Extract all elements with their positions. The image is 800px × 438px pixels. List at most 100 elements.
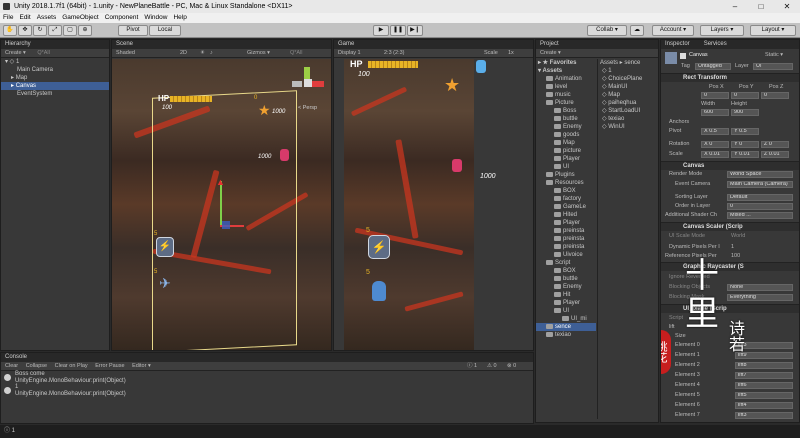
rect-tool-icon[interactable]: ▢ [63, 25, 77, 36]
tree-item[interactable]: preinsta [536, 243, 596, 251]
tree-item[interactable]: BOX [536, 267, 596, 275]
canvas-component-header[interactable]: Canvas [661, 161, 799, 170]
posx-field[interactable]: 0 [701, 92, 729, 99]
display-dropdown[interactable]: Display 1 [338, 50, 361, 56]
ui-plane-script-header[interactable]: UI_plane (Scrip [661, 304, 799, 313]
static-dropdown[interactable]: Static ▾ [765, 52, 783, 58]
tree-item[interactable]: factory [536, 195, 596, 203]
menu-edit[interactable]: Edit [19, 13, 30, 23]
favorites-item[interactable]: ▸ ★ Favorites [536, 59, 596, 67]
menu-gameobject[interactable]: GameObject [62, 13, 99, 23]
file-item[interactable]: ◇ ChoicePlane [598, 75, 659, 83]
console-clear-button[interactable]: Clear [5, 363, 18, 369]
menu-assets[interactable]: Assets [37, 13, 57, 23]
minimize-button[interactable]: – [722, 0, 748, 13]
inspector-tab[interactable]: Inspector [665, 41, 690, 47]
tree-item[interactable]: Script [536, 259, 596, 267]
scale-value[interactable]: 1x [508, 49, 514, 58]
reference-pixels-field[interactable]: 100 [731, 253, 740, 259]
blocking-objects-dropdown[interactable]: None [727, 284, 793, 291]
object-name-field[interactable]: Canvas [689, 52, 708, 58]
rect-transform-header[interactable]: Rect Transform [661, 73, 799, 82]
hierarchy-tab[interactable]: Hierarchy [1, 40, 109, 49]
hierarchy-search-input[interactable]: Q*All [37, 50, 50, 56]
aspect-dropdown[interactable]: 2:3 (2:3) [384, 49, 404, 58]
menu-file[interactable]: File [3, 13, 13, 23]
file-item[interactable]: ◇ WinUI [598, 123, 659, 131]
tag-dropdown[interactable]: Untagged [695, 63, 731, 70]
tree-item[interactable]: UI_mi [536, 315, 596, 323]
tree-item[interactable]: Player [536, 299, 596, 307]
play-button[interactable]: ▶ [373, 25, 389, 36]
height-field[interactable]: 900 [731, 109, 759, 116]
game-viewport[interactable]: HP 100 0 ★ 5 ⚡ 5 [344, 59, 474, 350]
scale-y-field[interactable]: Y 0.01 [731, 151, 759, 158]
file-item[interactable]: ◇ StartLoadUI [598, 107, 659, 115]
tree-item[interactable]: UI [536, 163, 596, 171]
project-tab[interactable]: Project [536, 40, 658, 49]
render-mode-dropdown[interactable]: World Space [727, 171, 793, 178]
file-item[interactable]: ◇ texiao [598, 115, 659, 123]
tree-item[interactable]: preinsta [536, 227, 596, 235]
rotate-tool-icon[interactable]: ↻ [33, 25, 47, 36]
element-1-field[interactable]: lift9 [735, 352, 793, 359]
console-log-entry[interactable]: 1 UnityEngine.MonoBehaviour:print(Object) [1, 384, 533, 397]
scale-z-field[interactable]: Z 0.01 [761, 151, 789, 158]
scale-tool-icon[interactable]: ⤢ [48, 25, 62, 36]
services-tab[interactable]: Services [704, 41, 727, 47]
close-button[interactable]: ✕ [774, 0, 800, 13]
menu-component[interactable]: Component [105, 13, 139, 23]
collab-dropdown[interactable]: Collab ▾ [587, 25, 627, 36]
gizmos-dropdown[interactable]: Gizmos ▾ [247, 49, 270, 58]
element-2-field[interactable]: lift8 [735, 362, 793, 369]
posy-field[interactable]: 0 [731, 92, 759, 99]
tree-item[interactable]: Boss [536, 107, 596, 115]
tree-item[interactable]: Resources [536, 179, 596, 187]
shading-mode-dropdown[interactable]: Shaded [116, 50, 135, 56]
hierarchy-scene-root[interactable]: ▾ ◇ 1 [1, 58, 109, 66]
event-camera-field[interactable]: Main Camera (Camera) [727, 181, 793, 188]
blocking-mask-dropdown[interactable]: Everything [727, 294, 793, 301]
element-5-field[interactable]: lift5 [735, 392, 793, 399]
console-error-pause-button[interactable]: Error Pause [95, 363, 124, 369]
tree-item[interactable]: Map [536, 139, 596, 147]
console-tab[interactable]: Console [1, 353, 533, 362]
tree-item[interactable]: level [536, 83, 596, 91]
rotation-x-field[interactable]: X 0 [701, 141, 729, 148]
element-3-field[interactable]: lift7 [735, 372, 793, 379]
warning-count[interactable]: ⚠ 0 [487, 362, 497, 370]
tree-item[interactable]: Uivoice [536, 251, 596, 259]
maximize-button[interactable]: □ [748, 0, 774, 13]
tree-item[interactable]: picture [536, 147, 596, 155]
tree-item[interactable]: texiao [536, 331, 596, 339]
file-item[interactable]: ◇ paiheqhua [598, 99, 659, 107]
order-in-layer-field[interactable]: 0 [727, 203, 793, 210]
pivot-y-field[interactable]: Y 0.5 [731, 128, 759, 135]
element-7-field[interactable]: lift3 [735, 412, 793, 419]
move-handle-arrow-icon[interactable]: ▲ [216, 177, 225, 187]
local-toggle[interactable]: Local [149, 25, 181, 36]
shader-channels-dropdown[interactable]: Mixed ... [727, 212, 793, 219]
hand-tool-icon[interactable]: ✋ [3, 25, 17, 36]
tree-item[interactable]: Animation [536, 75, 596, 83]
hierarchy-item-canvas[interactable]: ▸ Canvas [1, 82, 109, 90]
tree-item[interactable]: Hited [536, 211, 596, 219]
sorting-layer-dropdown[interactable]: Default [727, 194, 793, 201]
log-count-info[interactable]: ⓘ 1 [467, 362, 477, 370]
project-breadcrumb[interactable]: Assets ▸ sence [598, 59, 659, 67]
menu-help[interactable]: Help [173, 13, 186, 23]
tree-item-selected[interactable]: sence [536, 323, 596, 331]
tree-assets[interactable]: ▾ Assets [536, 67, 596, 75]
file-item[interactable]: ◇ MainUI [598, 83, 659, 91]
hierarchy-item-map[interactable]: ▸ Map [1, 74, 109, 82]
tree-item[interactable]: goods [536, 131, 596, 139]
hierarchy-create-button[interactable]: Create ▾ [5, 50, 26, 56]
rotation-y-field[interactable]: Y 0 [731, 141, 759, 148]
tree-item[interactable]: Player [536, 219, 596, 227]
console-collapse-button[interactable]: Collapse [26, 363, 47, 369]
tree-item[interactable]: buttle [536, 115, 596, 123]
tree-item[interactable]: Enemy [536, 283, 596, 291]
pivot-x-field[interactable]: X 0.5 [701, 128, 729, 135]
tree-item[interactable]: buttle [536, 275, 596, 283]
element-6-field[interactable]: lift4 [735, 402, 793, 409]
